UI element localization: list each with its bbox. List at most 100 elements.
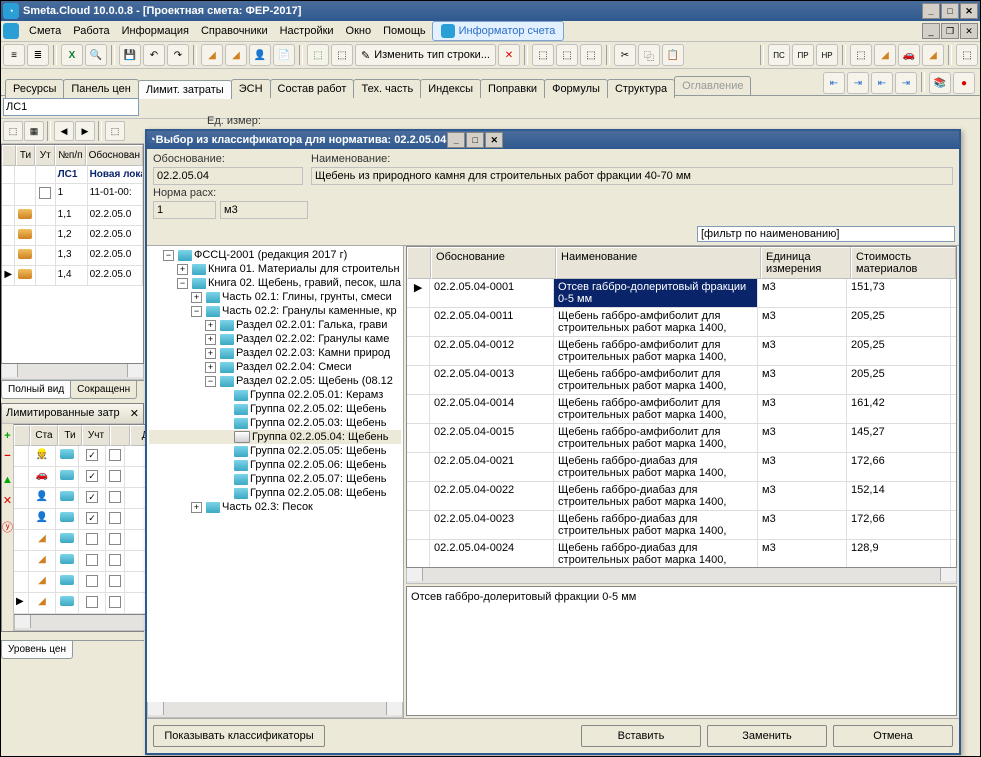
tab-9[interactable]: Структура bbox=[607, 79, 675, 98]
tree-node[interactable]: Группа 02.2.05.01: Керамз bbox=[149, 388, 401, 402]
tb-change-type[interactable]: ✎ Изменить тип строки... bbox=[355, 44, 496, 66]
tree-node[interactable]: Группа 02.2.05.02: Щебень bbox=[149, 402, 401, 416]
tb-btn-9[interactable]: ⬚ bbox=[331, 44, 353, 66]
tree-node[interactable]: +Часть 02.3: Песок bbox=[149, 500, 401, 514]
tree-node[interactable]: +Книга 01. Материалы для строительн bbox=[149, 262, 401, 276]
classifier-tree[interactable]: −ФССЦ-2001 (редакция 2017 г)+Книга 01. М… bbox=[147, 246, 403, 702]
tab-8[interactable]: Формулы bbox=[544, 79, 608, 98]
st-3[interactable]: ◀ bbox=[54, 121, 74, 141]
lim-fn[interactable]: ⓨ bbox=[2, 515, 13, 539]
lim-row[interactable]: 👤 bbox=[14, 488, 166, 509]
main-grid[interactable]: ТиУт№п/пОбоснован ЛС1 Новая локальн 1 11… bbox=[1, 144, 144, 364]
menu-Помощь[interactable]: Помощь bbox=[377, 23, 432, 39]
tb-btn-3[interactable]: 🔍 bbox=[85, 44, 107, 66]
table-row[interactable]: 1 11-01-00: bbox=[2, 184, 143, 206]
btn-show-classifiers[interactable]: Показывать классификаторы bbox=[153, 725, 325, 747]
mdi-minimize[interactable]: _ bbox=[922, 23, 940, 39]
grid-row[interactable]: 02.2.05.04-0022 Щебень габбро-диабаз для… bbox=[407, 482, 956, 511]
tree-node[interactable]: Группа 02.2.05.03: Щебень bbox=[149, 416, 401, 430]
btab-short[interactable]: Сокращенн bbox=[70, 381, 137, 399]
tab-4[interactable]: Состав работ bbox=[270, 79, 355, 98]
grid-row[interactable]: 02.2.05.04-0015 Щебень габбро-амфиболит … bbox=[407, 424, 956, 453]
grid-hscroll[interactable] bbox=[406, 568, 957, 584]
dlg-min[interactable]: _ bbox=[447, 132, 465, 148]
tb-btn-r4[interactable]: ◢ bbox=[922, 44, 944, 66]
tree-node[interactable]: +Часть 02.1: Глины, грунты, смеси bbox=[149, 290, 401, 304]
tb-save[interactable]: 💾 bbox=[119, 44, 141, 66]
st-4[interactable]: ▶ bbox=[75, 121, 95, 141]
tree-node[interactable]: −Часть 02.2: Гранулы каменные, кр bbox=[149, 304, 401, 318]
table-row[interactable]: ЛС1 Новая локальн bbox=[2, 166, 143, 184]
tab-3[interactable]: ЭСН bbox=[231, 79, 271, 98]
tree-node[interactable]: Группа 02.2.05.08: Щебень bbox=[149, 486, 401, 500]
tb-btn-r5[interactable]: ⬚ bbox=[956, 44, 978, 66]
lim-del[interactable]: − bbox=[2, 446, 13, 466]
rb-2[interactable]: ⇥ bbox=[847, 72, 869, 94]
menu-Информация[interactable]: Информация bbox=[116, 23, 195, 39]
table-row[interactable]: ▶ 1,4 02.2.05.0 bbox=[2, 266, 143, 286]
btn-insert[interactable]: Вставить bbox=[581, 725, 701, 747]
grid-row[interactable]: 02.2.05.04-0024 Щебень габбро-диабаз для… bbox=[407, 540, 956, 567]
tab-5[interactable]: Тех. часть bbox=[353, 79, 421, 98]
table-row[interactable]: 1,1 02.2.05.0 bbox=[2, 206, 143, 226]
btab-full[interactable]: Полный вид bbox=[1, 381, 71, 399]
tb-paste[interactable]: 📋 bbox=[662, 44, 684, 66]
mdi-close[interactable]: ✕ bbox=[960, 23, 978, 39]
close-button[interactable]: ✕ bbox=[960, 3, 978, 19]
tab-1[interactable]: Панель цен bbox=[63, 79, 138, 98]
lim-dn[interactable]: ✕ bbox=[2, 490, 13, 511]
tb-btn-r3[interactable]: 🚗 bbox=[898, 44, 920, 66]
tree-node[interactable]: +Раздел 02.2.04: Смеси bbox=[149, 360, 401, 374]
tb-delete[interactable]: ✕ bbox=[498, 44, 520, 66]
table-row[interactable]: 1,3 02.2.05.0 bbox=[2, 246, 143, 266]
tb-btn-12[interactable]: ⬚ bbox=[580, 44, 602, 66]
tab-7[interactable]: Поправки bbox=[480, 79, 545, 98]
tb-btn-5[interactable]: ◢ bbox=[225, 44, 247, 66]
lim-close-icon[interactable]: ✕ bbox=[130, 407, 139, 420]
grid-row[interactable]: 02.2.05.04-0023 Щебень габбро-диабаз для… bbox=[407, 511, 956, 540]
tree-node[interactable]: −Раздел 02.2.05: Щебень (08.12 bbox=[149, 374, 401, 388]
tree-node[interactable]: Группа 02.2.05.05: Щебень bbox=[149, 444, 401, 458]
tab-6[interactable]: Индексы bbox=[420, 79, 481, 98]
tb-btn-4[interactable]: ◢ bbox=[201, 44, 223, 66]
st-1[interactable]: ⬚ bbox=[3, 121, 23, 141]
tb-cut[interactable]: ✂ bbox=[614, 44, 636, 66]
tree-node[interactable]: +Раздел 02.2.02: Гранулы каме bbox=[149, 332, 401, 346]
minimize-button[interactable]: _ bbox=[922, 3, 940, 19]
menu-Окно[interactable]: Окно bbox=[340, 23, 378, 39]
btn-cancel[interactable]: Отмена bbox=[833, 725, 953, 747]
rb-3[interactable]: ⇤ bbox=[871, 72, 893, 94]
informer-button[interactable]: Информатор счета bbox=[432, 21, 565, 41]
tb-np[interactable]: НР bbox=[816, 44, 838, 66]
tb-btn-8[interactable]: ⬚ bbox=[307, 44, 329, 66]
st-5[interactable]: ⬚ bbox=[105, 121, 125, 141]
tree-node[interactable]: Группа 02.2.05.04: Щебень bbox=[149, 430, 401, 444]
tb-btn-6[interactable]: 👤 bbox=[249, 44, 271, 66]
lim-row[interactable]: 👷 bbox=[14, 446, 166, 467]
classifier-grid[interactable]: ▶ 02.2.05.04-0001 Отсев габбро-долеритов… bbox=[407, 279, 956, 567]
tb-copy[interactable]: ⿻ bbox=[638, 44, 660, 66]
tb-pp[interactable]: ПР bbox=[792, 44, 814, 66]
level-tab[interactable]: Уровень цен bbox=[1, 641, 73, 659]
tb-excel[interactable]: X bbox=[61, 44, 83, 66]
menu-Настройки[interactable]: Настройки bbox=[274, 23, 340, 39]
tb-btn-r2[interactable]: ◢ bbox=[874, 44, 896, 66]
lim-up[interactable]: ▲ bbox=[2, 470, 13, 490]
table-row[interactable]: 1,2 02.2.05.0 bbox=[2, 226, 143, 246]
tb-redo[interactable]: ↷ bbox=[167, 44, 189, 66]
rb-help[interactable]: ● bbox=[953, 72, 975, 94]
lim-add[interactable]: + bbox=[2, 426, 13, 446]
tb-btn-7[interactable]: 📄 bbox=[273, 44, 295, 66]
lim-row[interactable]: 👤 bbox=[14, 509, 166, 530]
tb-btn-2[interactable]: ≣ bbox=[27, 44, 49, 66]
st-2[interactable]: ▦ bbox=[24, 121, 44, 141]
lim-row[interactable]: ▶ ◢ bbox=[14, 593, 166, 614]
dlg-max[interactable]: □ bbox=[466, 132, 484, 148]
tb-pc[interactable]: ПС bbox=[768, 44, 790, 66]
menu-Смета[interactable]: Смета bbox=[23, 23, 67, 39]
tree-node[interactable]: Группа 02.2.05.06: Щебень bbox=[149, 458, 401, 472]
tb-btn-1[interactable]: ≡ bbox=[3, 44, 25, 66]
rb-books[interactable]: 📚 bbox=[929, 72, 951, 94]
lim-row[interactable]: ◢ bbox=[14, 572, 166, 593]
tree-node[interactable]: −ФССЦ-2001 (редакция 2017 г) bbox=[149, 248, 401, 262]
